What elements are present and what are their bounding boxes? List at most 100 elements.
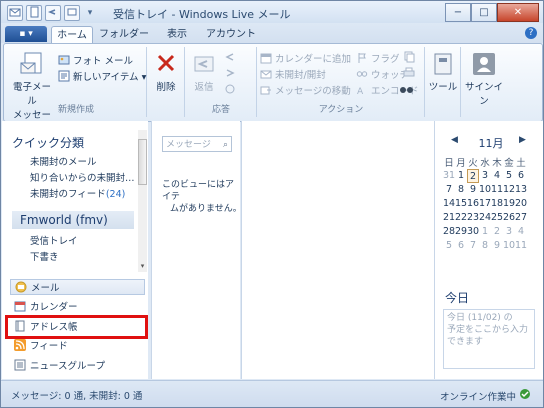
- calendar-day[interactable]: 8: [455, 183, 467, 197]
- copy-button[interactable]: [403, 51, 415, 63]
- find-button[interactable]: [399, 83, 413, 95]
- nav-newsgroups[interactable]: ニュースグループ: [10, 357, 145, 373]
- move-message-button[interactable]: メッセージの移動: [260, 83, 351, 97]
- calendar-day[interactable]: 10: [479, 183, 491, 197]
- calendar-day[interactable]: 27: [515, 211, 527, 225]
- watch-button[interactable]: ウォッチ: [356, 67, 409, 81]
- calendar-day[interactable]: 21: [443, 211, 455, 225]
- today-hint-line3: できます: [447, 337, 484, 347]
- tools-label: ツール: [428, 82, 458, 93]
- flag-button[interactable]: フラグ: [356, 51, 400, 65]
- delete-button[interactable]: 削除: [150, 51, 182, 93]
- app-menu-button[interactable]: ▪ ▾: [5, 26, 47, 42]
- calendar-day[interactable]: 6: [455, 239, 467, 253]
- calendar-day[interactable]: 7: [443, 183, 455, 197]
- calendar-day[interactable]: 28: [443, 225, 455, 239]
- add-to-calendar-button[interactable]: カレンダーに追加: [260, 51, 351, 65]
- search-input[interactable]: メッセージ ⌕: [162, 136, 232, 152]
- unread-read-button[interactable]: 未開封/開封: [260, 67, 326, 81]
- calendar-day[interactable]: 19: [503, 197, 515, 211]
- customize-qat-icon[interactable]: ▾: [83, 6, 97, 20]
- calendar-day[interactable]: 22: [455, 211, 467, 225]
- calendar-day[interactable]: 3: [503, 225, 515, 239]
- calendar-day[interactable]: 12: [503, 183, 515, 197]
- calendar-day[interactable]: 23: [467, 211, 479, 225]
- calendar-day-today[interactable]: 2: [467, 169, 479, 183]
- calendar-day[interactable]: 26: [503, 211, 515, 225]
- tab-folder[interactable]: フォルダー: [99, 26, 149, 43]
- calendar-day[interactable]: 3: [479, 169, 491, 183]
- calendar-day[interactable]: 2: [491, 225, 503, 239]
- calendar-day[interactable]: 8: [479, 239, 491, 253]
- calendar-day[interactable]: 6: [515, 169, 527, 183]
- today-entry-box[interactable]: 今日 (11/02) の 予定をここから入力 できます: [443, 309, 535, 369]
- calendar-day[interactable]: 5: [443, 239, 455, 253]
- calendar-day[interactable]: 5: [503, 169, 515, 183]
- quick-views-heading[interactable]: クイック分類: [12, 134, 84, 151]
- tab-home[interactable]: ホーム: [51, 26, 93, 44]
- highlight-box-address-book: [5, 315, 148, 339]
- calendar-day[interactable]: 9: [491, 239, 503, 253]
- reply-all-button[interactable]: [224, 51, 236, 63]
- copy-icon: [403, 51, 415, 63]
- help-icon[interactable]: ?: [525, 27, 537, 39]
- svg-text:A: A: [357, 87, 364, 96]
- send-receive-icon[interactable]: [64, 5, 80, 21]
- calendar-day[interactable]: 4: [491, 169, 503, 183]
- scroll-down-arrow[interactable]: ▾: [138, 262, 147, 270]
- nav-calendar[interactable]: カレンダー: [10, 298, 145, 314]
- add-to-calendar-label: カレンダーに追加: [275, 54, 352, 65]
- scrollbar-thumb[interactable]: [138, 139, 147, 185]
- calendar-day[interactable]: 11: [515, 239, 527, 253]
- calendar-day[interactable]: 31: [443, 169, 455, 183]
- signin-button[interactable]: サインイン: [464, 51, 504, 107]
- calendar-day[interactable]: 7: [467, 239, 479, 253]
- new-icon[interactable]: [26, 5, 42, 21]
- folder-drafts[interactable]: 下書き: [30, 249, 59, 263]
- calendar-day[interactable]: 20: [515, 197, 527, 211]
- calendar-day[interactable]: 13: [515, 183, 527, 197]
- maximize-button[interactable]: □: [471, 3, 497, 22]
- calendar-day[interactable]: 1: [455, 169, 467, 183]
- next-month-arrow[interactable]: ▶: [519, 135, 526, 145]
- calendar-day[interactable]: 25: [491, 211, 503, 225]
- photo-mail-button[interactable]: フォト メール: [58, 53, 133, 67]
- close-button[interactable]: ✕: [497, 3, 539, 22]
- calendar-day[interactable]: 24: [479, 211, 491, 225]
- reply-button[interactable]: 返信: [188, 51, 220, 93]
- calendar-day[interactable]: 10: [503, 239, 515, 253]
- new-items-button[interactable]: 新しいアイテム ▾: [58, 69, 146, 83]
- tab-view[interactable]: 表示: [161, 26, 193, 43]
- calendar-day[interactable]: 18: [491, 197, 503, 211]
- calendar-day[interactable]: 17: [479, 197, 491, 211]
- status-online-label: オンライン作業中: [439, 391, 516, 403]
- print-button[interactable]: [403, 67, 415, 79]
- minimize-button[interactable]: −: [445, 3, 471, 22]
- im-button[interactable]: [224, 83, 236, 95]
- empty-message: このビューにはアイテ ムがありません。: [162, 179, 242, 215]
- forward-button[interactable]: [224, 67, 236, 79]
- tools-button[interactable]: ツール: [428, 51, 458, 93]
- quick-view-unread-contacts[interactable]: 知り合いからの未開封…: [30, 170, 135, 184]
- dow-tue: 火: [468, 158, 478, 169]
- calendar-day[interactable]: 11: [491, 183, 503, 197]
- reply-icon[interactable]: [45, 5, 61, 21]
- calendar-day[interactable]: 14: [443, 197, 455, 211]
- calendar-day[interactable]: 1: [479, 225, 491, 239]
- account-header[interactable]: Fmworld (fmv): [12, 211, 134, 229]
- tab-account[interactable]: アカウント: [205, 26, 257, 43]
- quick-view-unread-feeds[interactable]: 未開封のフィード(24): [30, 186, 125, 200]
- calendar-day[interactable]: 15: [455, 197, 467, 211]
- calendar-day[interactable]: 29: [455, 225, 467, 239]
- calendar-day[interactable]: 4: [515, 225, 527, 239]
- calendar-day[interactable]: 16: [467, 197, 479, 211]
- calendar-day[interactable]: 9: [467, 183, 479, 197]
- status-online[interactable]: オンライン作業中: [440, 388, 531, 403]
- folder-scrollbar[interactable]: ▾: [138, 130, 147, 272]
- nav-mail[interactable]: メール: [10, 279, 145, 295]
- quick-view-unread-mail[interactable]: 未開封のメール: [30, 154, 97, 168]
- calendar-day[interactable]: 30: [467, 225, 479, 239]
- flag-label: フラグ: [371, 54, 400, 65]
- nav-feeds[interactable]: フィード: [10, 337, 145, 353]
- folder-inbox[interactable]: 受信トレイ: [30, 233, 78, 247]
